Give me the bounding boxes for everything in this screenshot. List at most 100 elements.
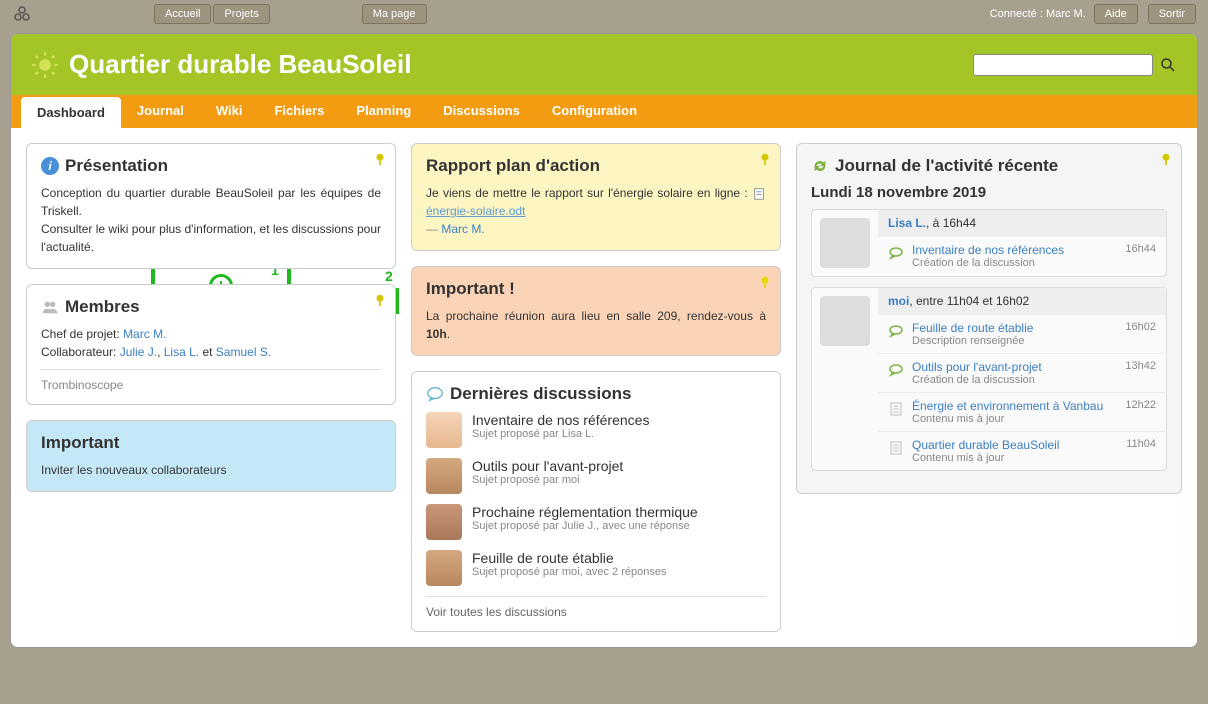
mapage-button[interactable]: Ma page bbox=[362, 4, 427, 24]
avatar bbox=[426, 504, 462, 540]
presentation-body2: Consulter le wiki pour plus d'informatio… bbox=[41, 220, 381, 256]
activity-row[interactable]: Feuille de route établie Description ren… bbox=[878, 314, 1166, 353]
file-icon bbox=[752, 187, 766, 201]
activity-row[interactable]: Énergie et environnement à Vanbau Conten… bbox=[878, 392, 1166, 431]
collab-label: Collaborateur: bbox=[41, 345, 120, 359]
presentation-card: iPrésentation Conception du quartier dur… bbox=[26, 143, 396, 269]
important-orange-time: 10h bbox=[426, 327, 447, 341]
membres-card: Membres Chef de projet: Marc M. Collabor… bbox=[26, 284, 396, 405]
rapport-card: Rapport plan d'action Je viens de mettre… bbox=[411, 143, 781, 251]
projets-button[interactable]: Projets bbox=[213, 4, 269, 24]
activity-time: 12h22 bbox=[1125, 399, 1156, 411]
activity-title: Inventaire de nos références bbox=[912, 243, 1117, 257]
tab-configuration[interactable]: Configuration bbox=[536, 95, 653, 128]
activity-group: moi, entre 11h04 et 16h02 Feuille de rou… bbox=[811, 287, 1167, 471]
annotation-label-2: 2 bbox=[385, 268, 393, 284]
activity-time: 11h04 bbox=[1126, 438, 1156, 450]
trombinoscope-link[interactable]: Trombinoscope bbox=[41, 378, 123, 392]
avatar bbox=[426, 412, 462, 448]
membres-title: Membres bbox=[65, 297, 140, 317]
pin-icon[interactable] bbox=[373, 152, 387, 166]
info-icon: i bbox=[41, 157, 59, 175]
connected-user-label: Connecté : Marc M. bbox=[990, 8, 1086, 20]
rapport-body: Je viens de mettre le rapport sur l'éner… bbox=[426, 186, 752, 200]
avatar bbox=[426, 550, 462, 586]
discussion-item[interactable]: Feuille de route établie Sujet proposé p… bbox=[426, 550, 766, 586]
activity-title: Énergie et environnement à Vanbau bbox=[912, 399, 1117, 413]
discussion-icon bbox=[888, 323, 904, 339]
discussion-icon bbox=[888, 362, 904, 378]
pin-icon[interactable] bbox=[1159, 152, 1173, 166]
tab-fichiers[interactable]: Fichiers bbox=[258, 95, 340, 128]
discussion-item[interactable]: Prochaine réglementation thermique Sujet… bbox=[426, 504, 766, 540]
presentation-title: Présentation bbox=[65, 156, 168, 176]
pin-icon[interactable] bbox=[758, 275, 772, 289]
sun-icon bbox=[31, 51, 59, 79]
document-icon bbox=[888, 401, 904, 417]
discussion-title: Inventaire de nos références bbox=[472, 412, 649, 428]
document-icon bbox=[888, 440, 904, 456]
activity-subtitle: Contenu mis à jour bbox=[912, 413, 1117, 425]
file-link[interactable]: énergie-solaire.odt bbox=[426, 204, 525, 218]
journal-title: Journal de l'activité récente bbox=[835, 156, 1058, 176]
activity-user: moi, entre 11h04 et 16h02 bbox=[878, 288, 1166, 314]
avatar bbox=[820, 218, 870, 268]
activity-subtitle: Création de la discussion bbox=[912, 374, 1117, 386]
search-icon[interactable] bbox=[1159, 56, 1177, 74]
discussion-subtitle: Sujet proposé par moi, avec 2 réponses bbox=[472, 566, 666, 578]
author-link[interactable]: Marc M. bbox=[441, 222, 484, 236]
activity-user: Lisa L., à 16h44 bbox=[878, 210, 1166, 236]
important-orange-body-pre: La prochaine réunion aura lieu en salle … bbox=[426, 309, 766, 323]
activity-row[interactable]: Outils pour l'avant-projet Création de l… bbox=[878, 353, 1166, 392]
activity-subtitle: Création de la discussion bbox=[912, 257, 1117, 269]
discussions-title: Dernières discussions bbox=[450, 384, 631, 404]
tab-planning[interactable]: Planning bbox=[340, 95, 427, 128]
member-link-marc[interactable]: Marc M. bbox=[123, 327, 166, 341]
activity-title: Quartier durable BeauSoleil bbox=[912, 438, 1118, 452]
activity-title: Outils pour l'avant-projet bbox=[912, 360, 1117, 374]
discussion-icon bbox=[888, 245, 904, 261]
activity-title: Feuille de route établie bbox=[912, 321, 1117, 335]
discussion-title: Outils pour l'avant-projet bbox=[472, 458, 623, 474]
activity-time: 13h42 bbox=[1125, 360, 1156, 372]
important-orange-title: Important ! bbox=[426, 279, 766, 299]
important-blue-title: Important bbox=[41, 433, 381, 453]
activity-subtitle: Contenu mis à jour bbox=[912, 452, 1118, 464]
activity-subtitle: Description renseignée bbox=[912, 335, 1117, 347]
discussion-item[interactable]: Outils pour l'avant-projet Sujet proposé… bbox=[426, 458, 766, 494]
tab-discussions[interactable]: Discussions bbox=[427, 95, 536, 128]
member-link-lisa[interactable]: Lisa L. bbox=[164, 345, 199, 359]
discussion-item[interactable]: Inventaire de nos références Sujet propo… bbox=[426, 412, 766, 448]
sortir-button[interactable]: Sortir bbox=[1148, 4, 1196, 24]
activity-row[interactable]: Inventaire de nos références Création de… bbox=[878, 236, 1166, 275]
chef-label: Chef de projet: bbox=[41, 327, 123, 341]
member-link-samuel[interactable]: Samuel S. bbox=[216, 345, 271, 359]
tab-wiki[interactable]: Wiki bbox=[200, 95, 259, 128]
topbar: Accueil Projets Ma page Connecté : Marc … bbox=[0, 0, 1208, 28]
tab-dashboard[interactable]: Dashboard bbox=[21, 97, 121, 128]
important-blue-body: Inviter les nouveaux collaborateurs bbox=[41, 461, 381, 479]
discussion-subtitle: Sujet proposé par moi bbox=[472, 474, 623, 486]
pin-icon[interactable] bbox=[373, 293, 387, 307]
member-link-julie[interactable]: Julie J. bbox=[120, 345, 157, 359]
discussion-icon bbox=[426, 385, 444, 403]
search-input[interactable] bbox=[973, 54, 1153, 76]
activity-time: 16h02 bbox=[1125, 321, 1156, 333]
aide-button[interactable]: Aide bbox=[1094, 4, 1138, 24]
discussion-subtitle: Sujet proposé par Julie J., avec une rép… bbox=[472, 520, 698, 532]
discussion-title: Prochaine réglementation thermique bbox=[472, 504, 698, 520]
discussion-title: Feuille de route établie bbox=[472, 550, 666, 566]
page-title: Quartier durable BeauSoleil bbox=[69, 49, 973, 80]
all-discussions-link[interactable]: Voir toutes les discussions bbox=[426, 605, 567, 619]
important-orange-card: Important ! La prochaine réunion aura li… bbox=[411, 266, 781, 356]
accueil-button[interactable]: Accueil bbox=[154, 4, 211, 24]
pin-icon[interactable] bbox=[758, 152, 772, 166]
activity-group: Lisa L., à 16h44 Inventaire de nos référ… bbox=[811, 209, 1167, 277]
rapport-title: Rapport plan d'action bbox=[426, 156, 766, 176]
activity-row[interactable]: Quartier durable BeauSoleil Contenu mis … bbox=[878, 431, 1166, 470]
tab-journal[interactable]: Journal bbox=[121, 95, 200, 128]
triskell-logo bbox=[10, 2, 34, 26]
discussions-card: Dernières discussions Inventaire de nos … bbox=[411, 371, 781, 632]
important-blue-card: Important Inviter les nouveaux collabora… bbox=[26, 420, 396, 492]
page-header: Quartier durable BeauSoleil bbox=[11, 34, 1197, 95]
